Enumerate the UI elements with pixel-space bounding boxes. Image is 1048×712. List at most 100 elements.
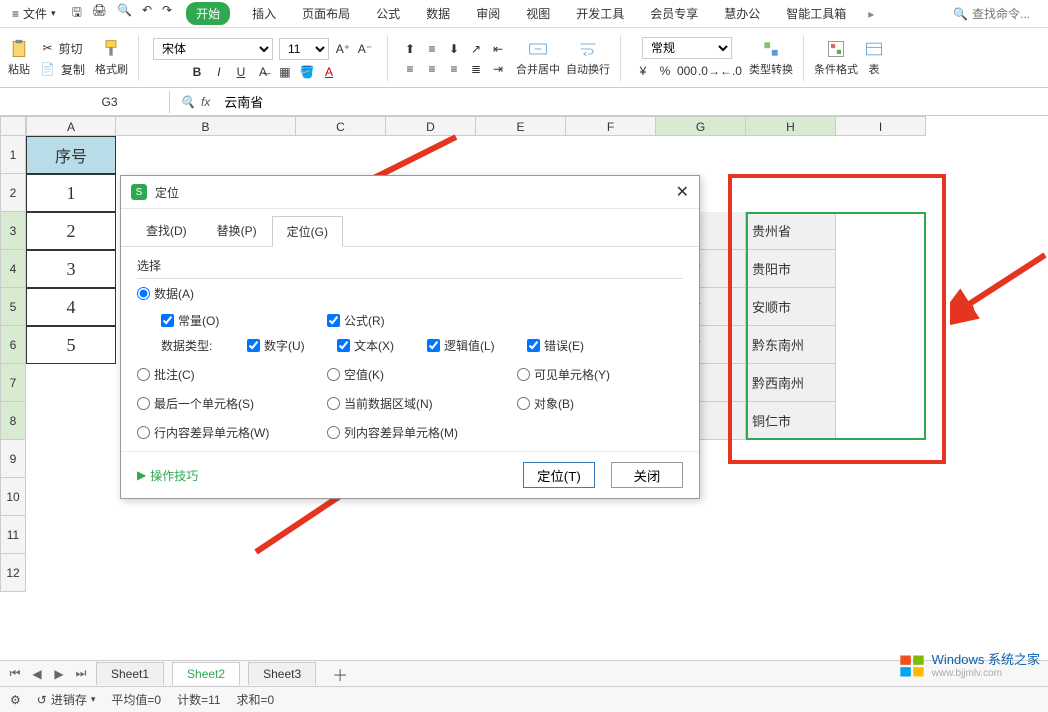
cell-H3[interactable]: 贵州省: [746, 212, 836, 250]
increase-font-icon[interactable]: A⁺: [335, 41, 351, 57]
row-header-9[interactable]: 9: [0, 440, 26, 478]
currency-icon[interactable]: ¥: [635, 63, 651, 79]
align-bot-icon[interactable]: ⬇: [446, 41, 462, 57]
radio-data[interactable]: 数据(A): [137, 285, 327, 302]
fill-color-icon[interactable]: 🪣: [299, 64, 315, 80]
indent-inc-icon[interactable]: ⇥: [490, 61, 506, 77]
format-painter-button[interactable]: 格式刷: [95, 39, 128, 77]
tab-hui[interactable]: 慧办公: [720, 2, 764, 25]
align-top-icon[interactable]: ⬆: [402, 41, 418, 57]
row-header-11[interactable]: 11: [0, 516, 26, 554]
row-header-8[interactable]: 8: [0, 402, 26, 440]
row-header-1[interactable]: 1: [0, 136, 26, 174]
number-format-select[interactable]: 常规: [642, 37, 732, 59]
table-style-button[interactable]: 表: [864, 39, 884, 77]
comma-icon[interactable]: 000: [679, 63, 695, 79]
dialog-tab-replace[interactable]: 替换(P): [202, 215, 272, 246]
print-icon[interactable]: 🖨: [92, 3, 107, 24]
more-tabs-icon[interactable]: ▸: [868, 7, 874, 21]
zoom-icon[interactable]: 🔍: [180, 95, 195, 109]
wrap-text-button[interactable]: 自动换行: [566, 39, 610, 77]
col-header-G[interactable]: G: [656, 116, 746, 136]
cell-A2[interactable]: 1: [26, 174, 116, 212]
tab-dev[interactable]: 开发工具: [572, 2, 628, 25]
cell-A6[interactable]: 5: [26, 326, 116, 364]
font-color-icon[interactable]: A: [321, 64, 337, 80]
decrease-font-icon[interactable]: A⁻: [357, 41, 373, 57]
cell-H8[interactable]: 铜仁市: [746, 402, 836, 440]
tab-smart[interactable]: 智能工具箱: [782, 2, 850, 25]
percent-icon[interactable]: %: [657, 63, 673, 79]
tab-page-layout[interactable]: 页面布局: [298, 2, 354, 25]
tab-review[interactable]: 审阅: [472, 2, 504, 25]
check-logic[interactable]: 逻辑值(L): [427, 337, 527, 354]
sheet-last-icon[interactable]: ⏭: [74, 666, 88, 681]
underline-icon[interactable]: U: [233, 64, 249, 80]
sheet-tab-1[interactable]: Sheet1: [96, 662, 164, 685]
radio-visible[interactable]: 可见单元格(Y): [517, 366, 707, 383]
status-undo[interactable]: ↺进销存▾: [37, 691, 96, 708]
row-header-2[interactable]: 2: [0, 174, 26, 212]
check-const[interactable]: 常量(O): [137, 312, 327, 329]
sheet-prev-icon[interactable]: ◀: [30, 667, 44, 681]
row-header-7[interactable]: 7: [0, 364, 26, 402]
cell-A3[interactable]: 2: [26, 212, 116, 250]
close-icon[interactable]: ✕: [676, 182, 689, 202]
cut-icon[interactable]: ✂: [42, 41, 52, 55]
strike-icon[interactable]: A̶: [255, 64, 271, 80]
check-number[interactable]: 数字(U): [247, 337, 337, 354]
sheet-first-icon[interactable]: ⏮: [8, 666, 22, 681]
border-icon[interactable]: ▦: [277, 64, 293, 80]
cell-header-A1[interactable]: 序号: [26, 136, 116, 174]
radio-blank[interactable]: 空值(K): [327, 366, 517, 383]
copy-icon[interactable]: 📄: [40, 62, 55, 76]
radio-comment[interactable]: 批注(C): [137, 366, 327, 383]
fx-icon[interactable]: fx: [201, 95, 210, 109]
font-name-select[interactable]: 宋体: [153, 38, 273, 60]
cell-H7[interactable]: 黔西南州: [746, 364, 836, 402]
orientation-icon[interactable]: ↗: [468, 41, 484, 57]
cell-A4[interactable]: 3: [26, 250, 116, 288]
align-center-icon[interactable]: ≡: [424, 61, 440, 77]
check-formula[interactable]: 公式(R): [327, 312, 437, 329]
name-box[interactable]: G3: [50, 91, 170, 113]
preview-icon[interactable]: 🔍: [117, 3, 132, 24]
radio-curregion[interactable]: 当前数据区域(N): [327, 395, 517, 412]
radio-object[interactable]: 对象(B): [517, 395, 707, 412]
merge-center-button[interactable]: 合并居中: [516, 39, 560, 77]
tab-home[interactable]: 开始: [186, 2, 230, 25]
cond-format-button[interactable]: 条件格式: [814, 39, 858, 77]
formula-input[interactable]: [220, 90, 1048, 113]
dialog-tab-goto[interactable]: 定位(G): [272, 216, 343, 247]
options-icon[interactable]: ⚙: [10, 693, 21, 707]
tab-insert[interactable]: 插入: [248, 2, 280, 25]
col-header-A[interactable]: A: [26, 116, 116, 136]
align-right-icon[interactable]: ≡: [446, 61, 462, 77]
goto-button[interactable]: 定位(T): [523, 462, 595, 488]
undo-icon[interactable]: ↶: [142, 3, 152, 24]
font-size-select[interactable]: 11: [279, 38, 329, 60]
command-search[interactable]: 🔍: [953, 7, 1042, 21]
tab-formula[interactable]: 公式: [372, 2, 404, 25]
justify-icon[interactable]: ≣: [468, 61, 484, 77]
bold-icon[interactable]: B: [189, 64, 205, 80]
sheet-next-icon[interactable]: ▶: [52, 667, 66, 681]
row-header-12[interactable]: 12: [0, 554, 26, 592]
col-header-C[interactable]: C: [296, 116, 386, 136]
col-header-H[interactable]: H: [746, 116, 836, 136]
check-text[interactable]: 文本(X): [337, 337, 427, 354]
row-header-10[interactable]: 10: [0, 478, 26, 516]
radio-rowdiff[interactable]: 行内容差异单元格(W): [137, 424, 327, 441]
copy-button[interactable]: 复制: [61, 61, 85, 78]
col-header-E[interactable]: E: [476, 116, 566, 136]
sheet-tab-2[interactable]: Sheet2: [172, 662, 240, 685]
col-header-B[interactable]: B: [116, 116, 296, 136]
col-header-D[interactable]: D: [386, 116, 476, 136]
redo-icon[interactable]: ↷: [162, 3, 172, 24]
row-header-6[interactable]: 6: [0, 326, 26, 364]
close-button[interactable]: 关闭: [611, 462, 683, 488]
save-icon[interactable]: 🖫: [72, 3, 82, 24]
paste-button[interactable]: 粘贴: [8, 39, 30, 77]
italic-icon[interactable]: I: [211, 64, 227, 80]
radio-last[interactable]: 最后一个单元格(S): [137, 395, 327, 412]
